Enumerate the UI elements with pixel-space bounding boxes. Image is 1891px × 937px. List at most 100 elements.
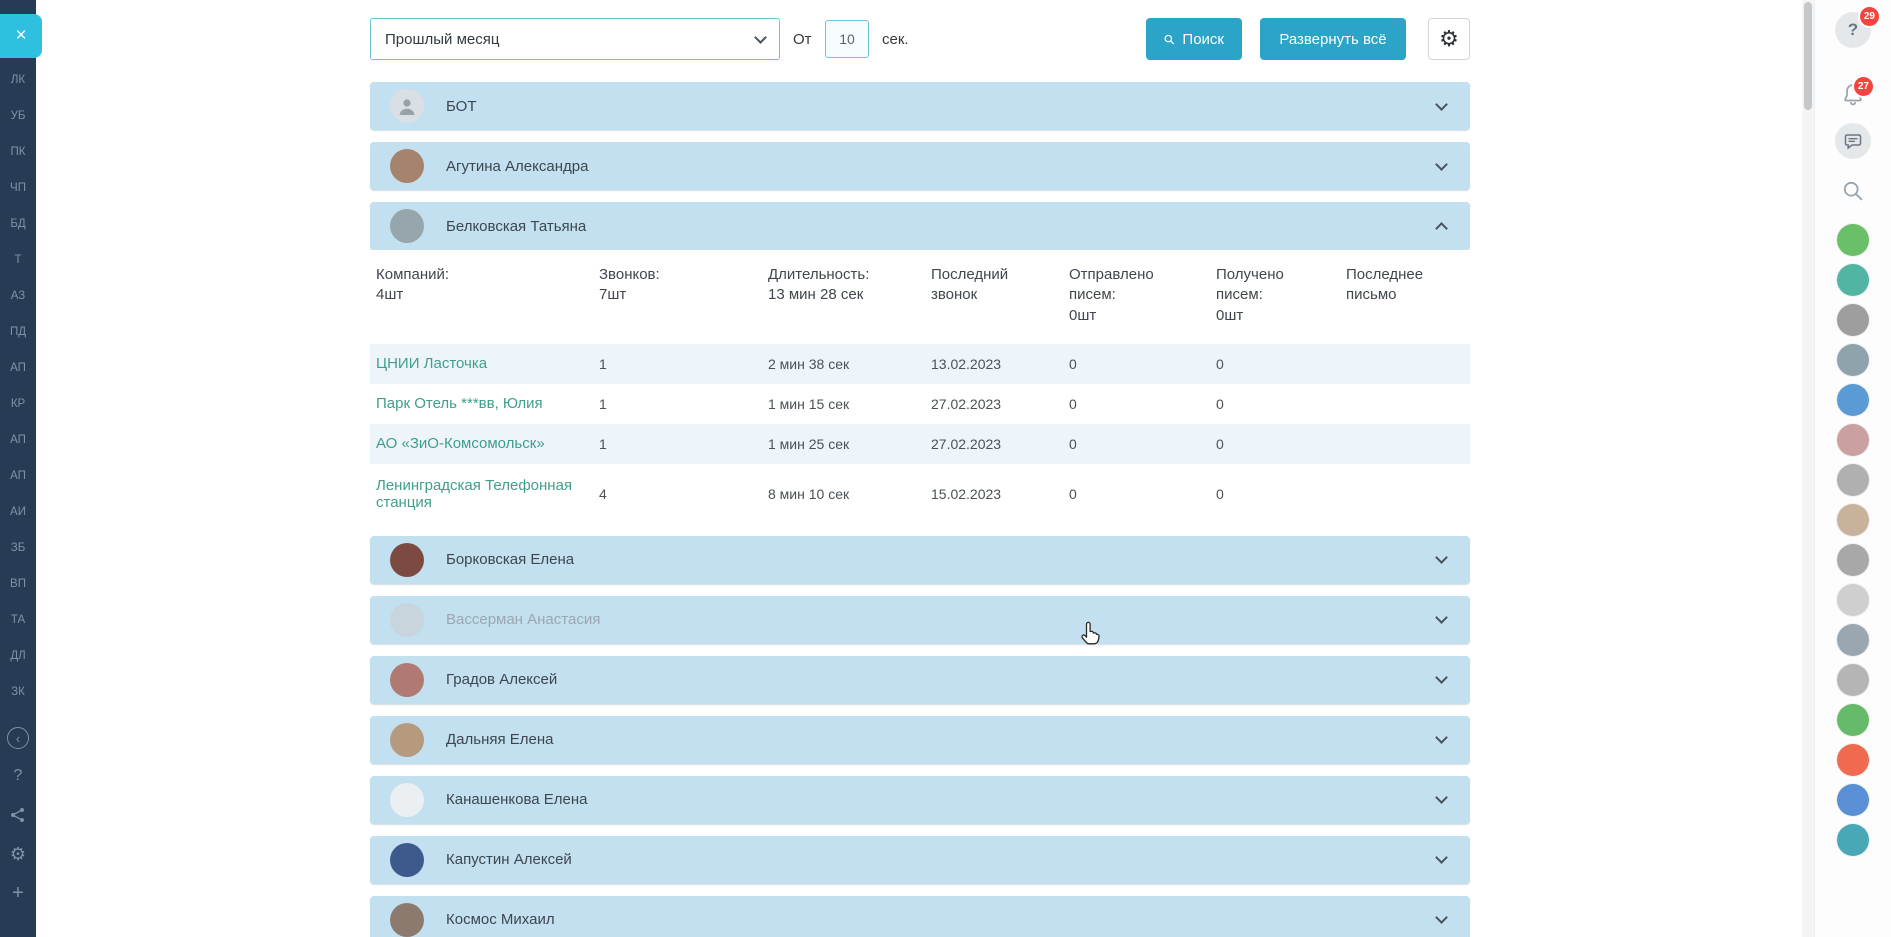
person-row-belkovskaya[interactable]: Белковская Татьяна	[370, 202, 1470, 250]
from-label: От	[793, 18, 812, 60]
help-icon[interactable]: ?	[6, 764, 30, 788]
contact-avatar[interactable]	[1837, 744, 1869, 776]
scrollbar-thumb[interactable]	[1804, 2, 1812, 110]
sidebar-item-zb[interactable]: ЗБ	[0, 530, 36, 566]
collapse-menu-icon[interactable]: ‹	[7, 727, 29, 749]
last-letter-cell	[1340, 398, 1470, 410]
search-button[interactable]: Поиск	[1146, 18, 1242, 60]
contact-avatar[interactable]	[1837, 264, 1869, 296]
person-row-agutina[interactable]: Агутина Александра	[370, 142, 1470, 190]
sidebar-item-ap1[interactable]: АП	[0, 350, 36, 386]
company-link[interactable]: Парк Отель ***вв, Юлия	[370, 389, 585, 418]
notifications-button[interactable]: 27	[1841, 82, 1865, 113]
sidebar-item-kr[interactable]: КР	[0, 386, 36, 422]
expand-all-button[interactable]: Развернуть всё	[1260, 18, 1406, 60]
sidebar-item-ap2[interactable]: АП	[0, 422, 36, 458]
contact-avatar[interactable]	[1837, 624, 1869, 656]
sidebar-item-t[interactable]: Т	[0, 242, 36, 278]
help-button[interactable]: ? 29	[1835, 12, 1871, 48]
duration-cell: 2 мин 38 сек	[762, 350, 925, 378]
company-link[interactable]: ЦНИИ Ласточка	[370, 349, 585, 378]
sidebar-item-chp[interactable]: ЧП	[0, 170, 36, 206]
person-name: Космос Михаил	[446, 911, 1437, 928]
settings-gear-icon[interactable]: ⚙	[6, 842, 30, 866]
sidebar-item-zk[interactable]: ЗК	[0, 674, 36, 710]
summary-companies: Компаний: 4шт	[370, 265, 593, 326]
person-row-vasserman[interactable]: Вассерман Анастасия	[370, 596, 1470, 644]
chevron-up-icon	[1435, 222, 1448, 235]
person-name: Градов Алексей	[446, 671, 1437, 688]
contact-avatar[interactable]	[1837, 224, 1869, 256]
chevron-down-icon	[1435, 911, 1448, 924]
sent-cell: 0	[1063, 390, 1210, 418]
sidebar-item-ap3[interactable]: АП	[0, 458, 36, 494]
person-name: Агутина Александра	[446, 158, 1437, 175]
person-row-dalnyaya[interactable]: Дальняя Елена	[370, 716, 1470, 764]
avatar	[390, 149, 424, 183]
add-icon[interactable]: +	[6, 881, 30, 905]
last-letter-cell	[1340, 358, 1470, 370]
duration-cell: 1 мин 15 сек	[762, 390, 925, 418]
contact-avatar[interactable]	[1837, 584, 1869, 616]
sidebar-item-az[interactable]: АЗ	[0, 278, 36, 314]
person-row-gradov[interactable]: Градов Алексей	[370, 656, 1470, 704]
left-sidebar: × ЛК УБ ПК ЧП БД Т АЗ ПД АП КР АП АП АИ …	[0, 0, 36, 937]
chat-button[interactable]	[1835, 123, 1871, 159]
person-row-borkovskaya[interactable]: Борковская Елена	[370, 536, 1470, 584]
avatar	[390, 723, 424, 757]
sidebar-item-lk[interactable]: ЛК	[0, 62, 36, 98]
seconds-unit-label: сек.	[882, 18, 909, 60]
contact-avatar[interactable]	[1837, 784, 1869, 816]
company-link[interactable]: АО «ЗиО-Комсомольск»	[370, 429, 585, 458]
share-icon[interactable]	[6, 803, 30, 827]
seconds-threshold-input[interactable]	[825, 20, 869, 58]
person-row-bot[interactable]: БОТ	[370, 82, 1470, 130]
chevron-down-icon	[1435, 731, 1448, 744]
close-icon: ×	[15, 25, 26, 47]
contact-avatar[interactable]	[1837, 704, 1869, 736]
calls-cell: 1	[593, 430, 762, 458]
chevron-down-icon	[1435, 611, 1448, 624]
contact-avatar[interactable]	[1837, 424, 1869, 456]
avatar	[390, 903, 424, 937]
person-row-kanashenkova[interactable]: Канашенкова Елена	[370, 776, 1470, 824]
right-rail: ? 29 27	[1814, 0, 1891, 937]
contact-avatar[interactable]	[1837, 544, 1869, 576]
contact-avatar[interactable]	[1837, 344, 1869, 376]
rail-search-button[interactable]	[1842, 180, 1864, 207]
sidebar-close-tab[interactable]: ×	[0, 14, 42, 58]
sidebar-item-bd[interactable]: БД	[0, 206, 36, 242]
person-row-kapustin[interactable]: Капустин Алексей	[370, 836, 1470, 884]
company-link[interactable]: Ленинградская Телефонная станция	[370, 471, 585, 517]
sidebar-item-ub[interactable]: УБ	[0, 98, 36, 134]
help-badge: 29	[1860, 7, 1879, 26]
received-cell: 0	[1210, 390, 1340, 418]
sidebar-item-dl[interactable]: ДЛ	[0, 638, 36, 674]
settings-button[interactable]: ⚙	[1428, 18, 1470, 60]
contact-avatar[interactable]	[1837, 664, 1869, 696]
sidebar-item-vp[interactable]: ВП	[0, 566, 36, 602]
contact-avatar[interactable]	[1837, 384, 1869, 416]
chat-icon	[1835, 123, 1871, 159]
period-select[interactable]: Прошлый месяц	[370, 18, 780, 60]
chevron-down-icon	[1435, 851, 1448, 864]
avatar	[390, 209, 424, 243]
contact-avatar[interactable]	[1837, 304, 1869, 336]
contact-avatar[interactable]	[1837, 464, 1869, 496]
avatar	[390, 543, 424, 577]
sidebar-item-ai[interactable]: АИ	[0, 494, 36, 530]
avatar	[390, 843, 424, 877]
person-name: БОТ	[446, 98, 1437, 115]
last-letter-cell	[1340, 488, 1470, 500]
sidebar-item-ta[interactable]: ТА	[0, 602, 36, 638]
person-row-kosmos[interactable]: Космос Михаил	[370, 896, 1470, 937]
last-call-cell: 27.02.2023	[925, 430, 1063, 458]
expand-all-label: Развернуть всё	[1279, 31, 1386, 48]
contact-avatar[interactable]	[1837, 824, 1869, 856]
sidebar-bottom-icons: ‹ ? ⚙ +	[0, 727, 36, 905]
vertical-scrollbar[interactable]	[1802, 0, 1814, 937]
sidebar-item-pk[interactable]: ПК	[0, 134, 36, 170]
contact-avatar[interactable]	[1837, 504, 1869, 536]
sidebar-item-pd[interactable]: ПД	[0, 314, 36, 350]
summary-sent-letters: Отправлено писем: 0шт	[1063, 265, 1210, 326]
